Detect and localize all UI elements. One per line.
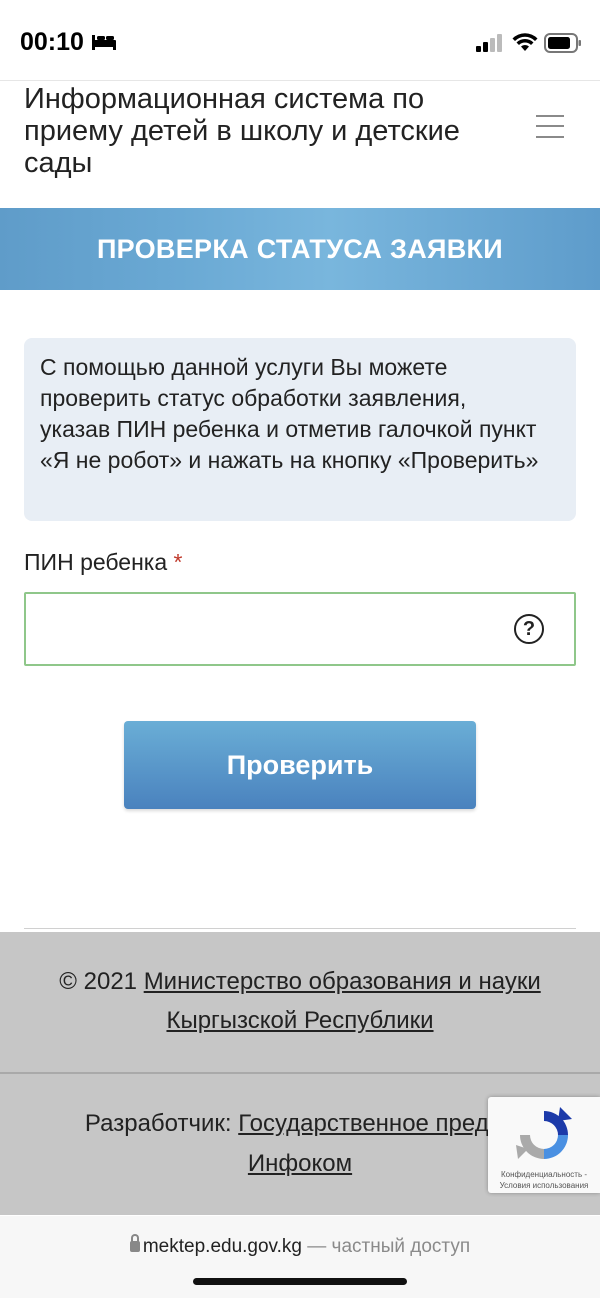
check-button[interactable]: Проверить <box>124 721 476 809</box>
page-banner: ПРОВЕРКА СТАТУСА ЗАЯВКИ <box>0 208 600 290</box>
footer-separator <box>0 1072 600 1074</box>
recaptcha-icon <box>512 1105 576 1170</box>
footer-copyright: © 2021 Министерство образования и науки … <box>0 962 600 1040</box>
pin-field[interactable]: ? <box>24 592 576 666</box>
battery-icon <box>544 33 582 58</box>
url-row[interactable]: mektep.edu.gov.kg — частный доступ <box>0 1234 600 1258</box>
pin-label-text: ПИН ребенка <box>24 549 168 575</box>
status-bar: 00:10 <box>0 0 600 80</box>
home-indicator[interactable] <box>193 1278 407 1285</box>
copyright-text: © 2021 <box>59 968 138 995</box>
url-note: — частный доступ <box>307 1236 471 1257</box>
hamburger-menu-icon[interactable] <box>536 113 568 141</box>
wifi-icon <box>512 32 538 57</box>
browser-bar: mektep.edu.gov.kg — частный доступ <box>0 1216 600 1298</box>
pin-input[interactable] <box>36 604 510 654</box>
developer-prefix: Разработчик: <box>84 1110 232 1137</box>
site-header: Информационная система по приему детей в… <box>0 80 600 210</box>
bed-icon <box>91 33 117 56</box>
developer-link-2[interactable]: Инфоком <box>248 1150 352 1177</box>
recaptcha-badge[interactable]: Конфиденциальность - Условия использован… <box>488 1097 600 1193</box>
page-title: ПРОВЕРКА СТАТУСА ЗАЯВКИ <box>96 234 504 264</box>
ministry-link[interactable]: Министерство образования и науки Кыргызс… <box>144 968 541 1034</box>
pin-label: ПИН ребенка * <box>24 549 183 576</box>
help-icon[interactable]: ? <box>514 614 544 644</box>
developer-link[interactable]: Государственное предпр <box>238 1110 515 1137</box>
lock-icon <box>129 1234 140 1252</box>
required-mark: * <box>173 549 183 575</box>
url-text[interactable]: mektep.edu.gov.kg <box>143 1236 302 1257</box>
info-box: С помощью данной услуги Вы можете провер… <box>24 338 576 521</box>
footer-divider <box>24 928 576 929</box>
info-text: С помощью данной услуги Вы можете провер… <box>40 354 539 473</box>
cellular-signal-icon <box>476 34 504 57</box>
site-title: Информационная система по приему детей в… <box>24 83 460 179</box>
recaptcha-terms[interactable]: Конфиденциальность - Условия использован… <box>488 1169 600 1191</box>
status-time: 00:10 <box>20 28 84 56</box>
